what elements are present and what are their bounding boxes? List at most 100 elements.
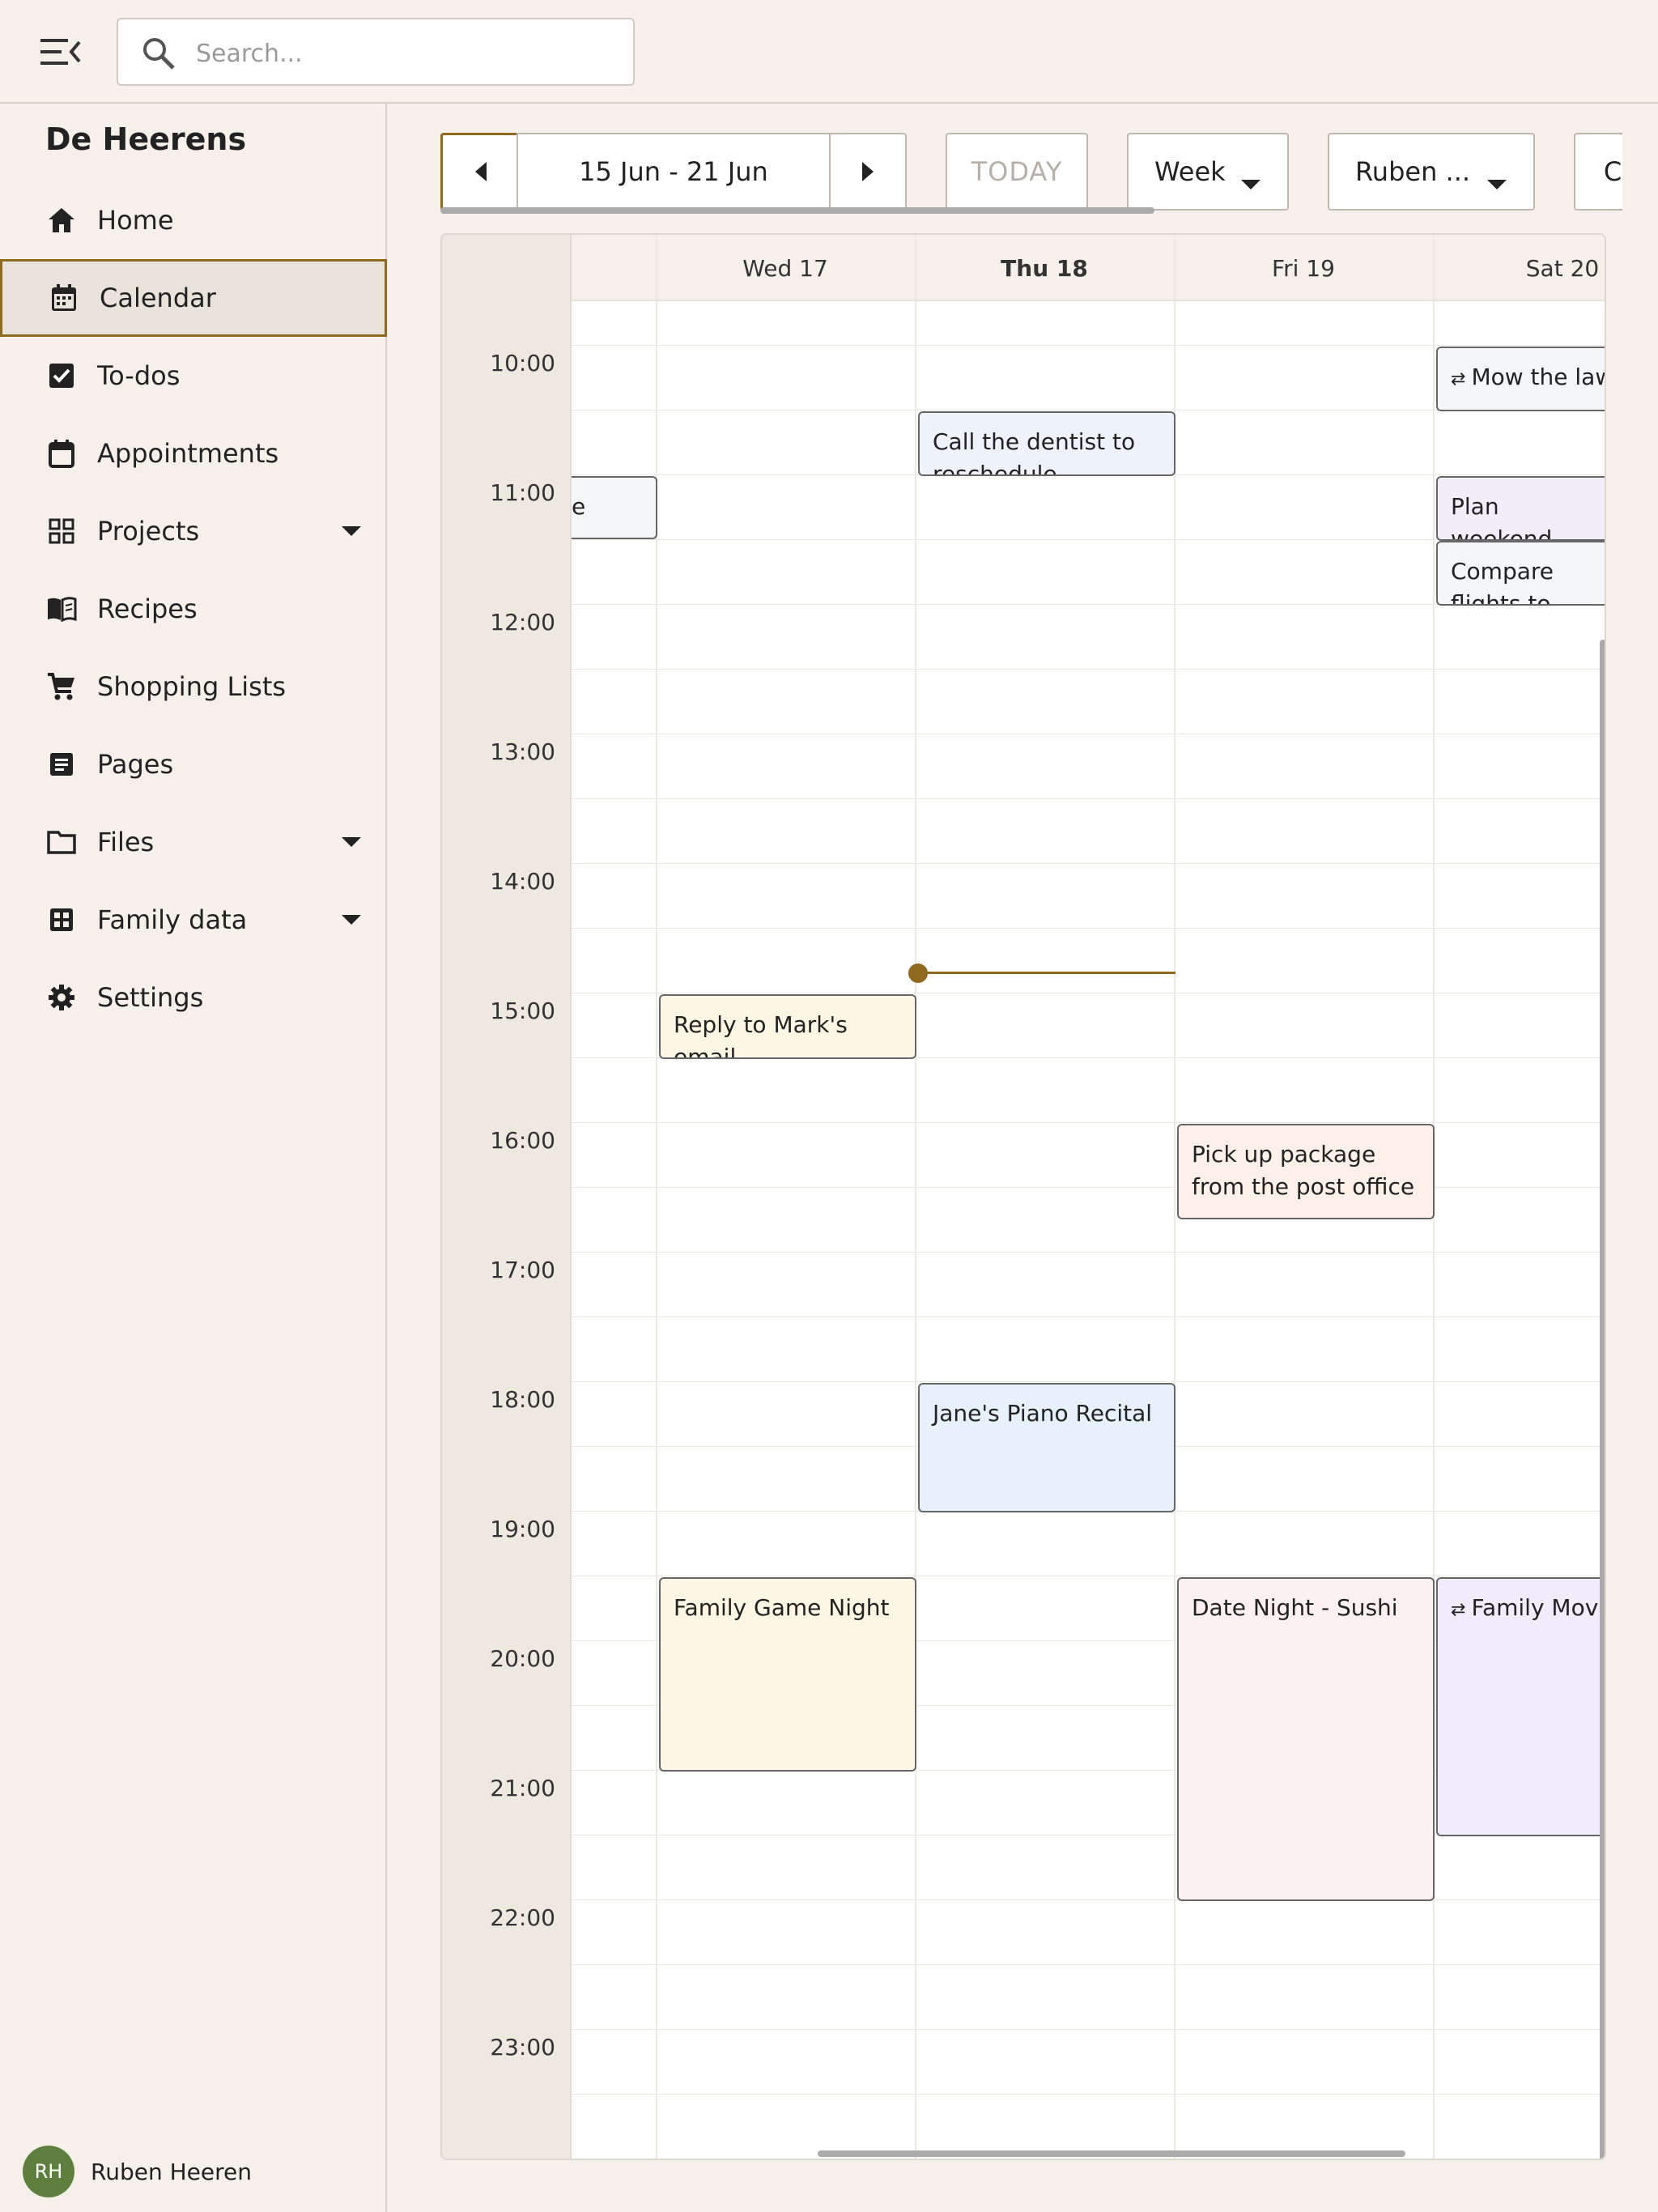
avatar: RH (23, 2146, 74, 2197)
calendar-week-view: 10:00 11:00 12:00 13:00 14:00 15:00 16:0… (440, 233, 1606, 2160)
toolbar-scrollbar[interactable] (440, 207, 1154, 214)
event-card[interactable]: Family Game Night (659, 1577, 916, 1772)
hour-label: 10:00 (490, 350, 555, 376)
event-card[interactable]: ⇄ Family Movie (1436, 1577, 1606, 1836)
previous-week-button[interactable] (440, 133, 518, 211)
day-header (572, 235, 656, 301)
event-card[interactable]: Jane's Piano Recital (918, 1383, 1175, 1512)
sidebar-item-label: Calendar (100, 283, 216, 313)
sidebar-item-label: To-dos (97, 360, 181, 391)
event-title: Date Night - Sushi (1192, 1594, 1398, 1621)
event-title: e (572, 493, 586, 520)
hour-label: 15:00 (490, 998, 555, 1024)
table-icon (45, 904, 78, 936)
event-title: Call the dentist to reschedule (933, 428, 1136, 476)
hour-label: 21:00 (490, 1775, 555, 1802)
person-select[interactable]: Ruben ... (1328, 133, 1535, 211)
sidebar-item-label: Family data (97, 904, 248, 935)
person-select-label: Ruben ... (1355, 156, 1471, 187)
horizontal-scrollbar[interactable] (818, 2150, 1405, 2157)
view-select[interactable]: Week (1127, 133, 1289, 211)
sidebar-item-label: Projects (97, 516, 200, 547)
event-title: Family Movie (1471, 1594, 1606, 1621)
vertical-scrollbar[interactable] (1600, 640, 1605, 2159)
gear-icon (45, 981, 78, 1014)
search-icon (141, 36, 176, 71)
chevron-right-icon (862, 162, 874, 181)
hour-label: 20:00 (490, 1645, 555, 1672)
next-week-button[interactable] (829, 133, 907, 211)
sidebar-item-shopping-lists[interactable]: Shopping Lists (0, 648, 387, 725)
sidebar-item-family-data[interactable]: Family data (0, 881, 387, 959)
date-range-button[interactable]: 15 Jun - 21 Jun (517, 133, 831, 211)
chevron-down-icon (1486, 167, 1507, 189)
day-header-thu[interactable]: Thu 18 (915, 235, 1174, 301)
event-card[interactable]: Pick up package from the post office (1177, 1124, 1435, 1219)
hour-label: 23:00 (490, 2034, 555, 2061)
sidebar-item-projects[interactable]: Projects (0, 492, 387, 570)
sidebar-item-recipes[interactable]: Recipes (0, 570, 387, 648)
sidebar-item-label: Appointments (97, 438, 279, 469)
sidebar-item-label: Shopping Lists (97, 671, 287, 702)
event-title: Mow the lawn (1471, 364, 1605, 390)
event-title: Reply to Mark's email (674, 1011, 848, 1059)
family-name: De Heerens (45, 121, 247, 157)
search-input[interactable] (196, 31, 617, 76)
chevron-down-icon[interactable] (340, 912, 363, 927)
home-icon (45, 204, 78, 236)
hour-label: 22:00 (490, 1904, 555, 1931)
day-header-row: Wed 17 Thu 18 Fri 19 Sat 20 (572, 235, 1605, 301)
user-profile[interactable]: RH Ruben Heeren (23, 2146, 252, 2197)
event-card[interactable]: ⇄ Mow the lawn (1436, 347, 1605, 411)
event-title: Pick up package from the post office (1192, 1141, 1415, 1200)
event-card[interactable]: Reply to Mark's email (659, 994, 916, 1059)
event-card[interactable]: Plan weekend getaway (1436, 476, 1605, 541)
user-name: Ruben Heeren (91, 2158, 252, 2185)
cart-icon (45, 670, 78, 703)
sidebar-item-calendar[interactable]: Calendar (0, 259, 387, 337)
sidebar-item-files[interactable]: Files (0, 803, 387, 881)
hour-label: 12:00 (490, 609, 555, 636)
appointment-icon (45, 437, 78, 470)
event-card[interactable]: Compare flights to Spain (1436, 541, 1605, 606)
view-select-label: Week (1154, 156, 1226, 187)
sidebar-item-settings[interactable]: Settings (0, 959, 387, 1036)
chevron-down-icon[interactable] (340, 524, 363, 538)
checkbox-icon (45, 359, 78, 392)
day-header-wed[interactable]: Wed 17 (656, 235, 915, 301)
page-icon (45, 748, 78, 781)
search-box[interactable] (117, 18, 635, 86)
sidebar-item-pages[interactable]: Pages (0, 725, 387, 803)
sidebar-item-home[interactable]: Home (0, 181, 387, 259)
sidebar: De Heerens Home Calendar To-dos Appointm… (0, 104, 387, 2212)
hour-label: 14:00 (490, 868, 555, 895)
sidebar-item-label: Files (97, 827, 155, 857)
repeat-icon: ⇄ (1451, 1600, 1472, 1620)
hour-label: 13:00 (490, 738, 555, 765)
sidebar-item-label: Recipes (97, 593, 198, 624)
day-header-fri[interactable]: Fri 19 (1174, 235, 1433, 301)
sidebar-item-label: Home (97, 205, 174, 236)
calendar-icon (48, 282, 80, 314)
day-header-sat[interactable]: Sat 20 (1433, 235, 1605, 301)
hour-label: 19:00 (490, 1516, 555, 1542)
hour-label: 17:00 (490, 1257, 555, 1283)
toolbar-extra-button[interactable]: C (1574, 133, 1622, 211)
sidebar-item-appointments[interactable]: Appointments (0, 415, 387, 492)
toolbar-extra-label: C (1603, 156, 1622, 187)
time-column: 10:00 11:00 12:00 13:00 14:00 15:00 16:0… (442, 235, 572, 2159)
folder-icon (45, 826, 78, 858)
event-card[interactable]: e (572, 476, 657, 539)
today-button[interactable]: TODAY (946, 133, 1088, 211)
book-icon (45, 593, 78, 625)
sidebar-item-label: Settings (97, 982, 204, 1013)
hour-label: 11:00 (490, 479, 555, 506)
menu-collapse-icon[interactable] (39, 31, 84, 73)
event-card[interactable]: Date Night - Sushi (1177, 1577, 1435, 1901)
chevron-down-icon (1240, 167, 1261, 189)
chevron-down-icon[interactable] (340, 835, 363, 849)
current-time-line (918, 972, 1175, 974)
repeat-icon: ⇄ (1451, 369, 1472, 389)
sidebar-item-todos[interactable]: To-dos (0, 337, 387, 415)
event-card[interactable]: Call the dentist to reschedule (918, 411, 1175, 476)
